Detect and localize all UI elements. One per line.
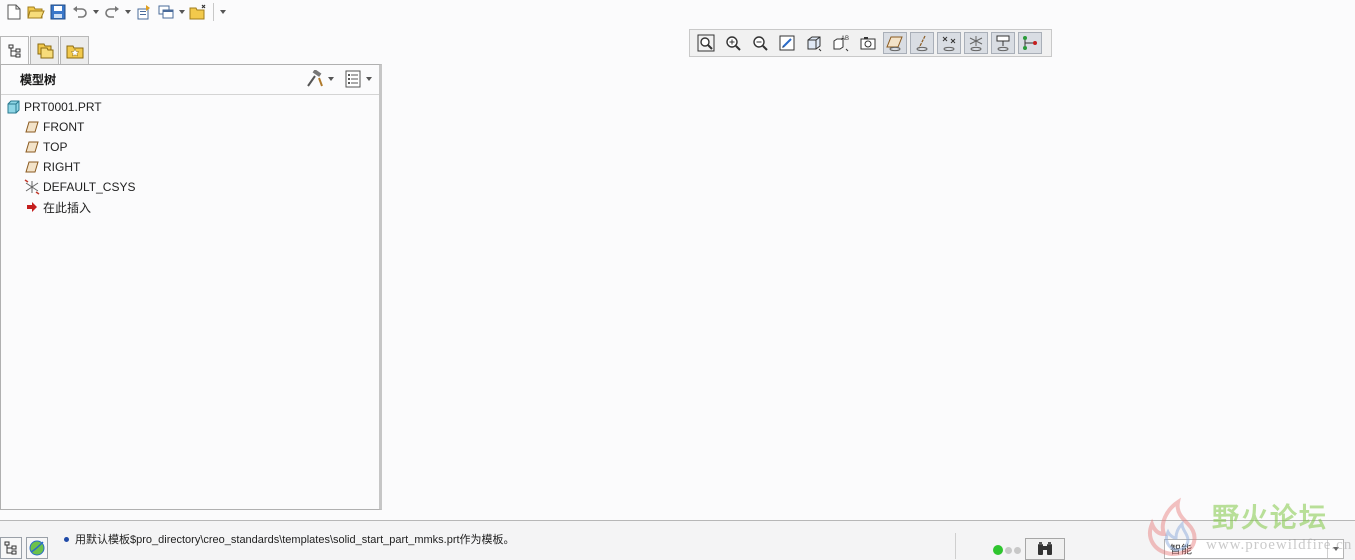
tree-item-insert-here[interactable]: 在此插入: [1, 197, 379, 217]
point-display-icon[interactable]: [937, 32, 961, 54]
coordinate-system-icon: [24, 179, 40, 195]
tree-item-default-csys[interactable]: DEFAULT_CSYS: [1, 177, 379, 197]
zoom-in-icon[interactable]: [721, 32, 745, 54]
tree-item-label: DEFAULT_CSYS: [43, 180, 136, 194]
redo-icon[interactable]: [102, 2, 122, 22]
tree-item-label: FRONT: [43, 120, 85, 134]
model-tree-header: 模型树: [1, 65, 379, 95]
show-dropdown[interactable]: [365, 69, 373, 89]
status-light: [1014, 546, 1021, 554]
undo-icon[interactable]: [70, 2, 90, 22]
tree-item-right[interactable]: RIGHT: [1, 157, 379, 177]
datum-plane-icon: [24, 139, 40, 155]
settings-dropdown[interactable]: [327, 69, 335, 89]
graphics-toolbar: AB: [689, 29, 1052, 57]
tree-item-front[interactable]: FRONT: [1, 117, 379, 137]
spin-center-icon[interactable]: [1018, 32, 1042, 54]
regeneration-status-lights: [993, 545, 1021, 555]
view-manager-icon[interactable]: [856, 32, 880, 54]
datum-plane-icon: [24, 159, 40, 175]
tree-item-label: 在此插入: [43, 200, 92, 215]
model-tree: PRT0001.PRT FRONT TOP RIGHT DEFAULT_CSYS: [1, 95, 379, 217]
saved-orientations-icon[interactable]: AB: [829, 32, 853, 54]
display-style-icon[interactable]: [802, 32, 826, 54]
insert-here-arrow-icon: [24, 199, 40, 215]
status-light: [1005, 546, 1012, 554]
datum-plane-icon: [24, 119, 40, 135]
selection-filter-value: 智能: [1170, 544, 1192, 556]
open-icon[interactable]: [26, 2, 46, 22]
status-bar-toggles: [0, 537, 48, 559]
toggle-navigator-icon[interactable]: [0, 537, 22, 559]
new-icon[interactable]: [4, 2, 24, 22]
status-message-text: 用默认模板$pro_directory\creo_standards\templ…: [75, 534, 515, 546]
selection-filter-dropdown[interactable]: 智能: [1164, 539, 1344, 559]
model-tree-header-tools: [305, 69, 373, 89]
favorites-tab[interactable]: [60, 36, 89, 64]
model-tree-tab[interactable]: [0, 36, 29, 65]
windows-dropdown[interactable]: [178, 2, 186, 22]
status-light-green: [993, 545, 1003, 555]
svg-text:AB: AB: [841, 36, 849, 42]
part-icon: [5, 99, 21, 115]
regenerate-icon[interactable]: [134, 2, 154, 22]
tree-item-part[interactable]: PRT0001.PRT: [1, 97, 379, 117]
toolbar-separator: [213, 3, 214, 21]
axis-display-icon[interactable]: [910, 32, 934, 54]
repaint-icon[interactable]: [775, 32, 799, 54]
status-message: 用默认模板$pro_directory\creo_standards\templ…: [64, 531, 515, 547]
toggle-browser-icon[interactable]: [26, 537, 48, 559]
plane-display-icon[interactable]: [883, 32, 907, 54]
show-list-icon[interactable]: [343, 69, 363, 89]
tree-item-label: PRT0001.PRT: [24, 100, 102, 114]
close-window-icon[interactable]: [188, 2, 208, 22]
customize-icon[interactable]: [219, 2, 227, 22]
find-button[interactable]: [1025, 538, 1065, 560]
csys-display-icon[interactable]: [964, 32, 988, 54]
undo-dropdown[interactable]: [92, 2, 100, 22]
model-tree-panel: 模型树 PRT0001.PRT FRONT TOP RIGHT DEFAULT_…: [0, 64, 382, 510]
navigator-tabs: [0, 36, 90, 65]
settings-tools-icon[interactable]: [305, 69, 325, 89]
redo-dropdown[interactable]: [124, 2, 132, 22]
chevron-down-icon: [1327, 540, 1343, 558]
binoculars-icon: [1038, 542, 1052, 555]
annotation-display-icon[interactable]: [991, 32, 1015, 54]
model-tree-title: 模型树: [20, 73, 57, 87]
status-separator: [955, 533, 956, 559]
zoom-out-icon[interactable]: [748, 32, 772, 54]
tree-item-label: RIGHT: [43, 160, 81, 174]
tree-item-label: TOP: [43, 140, 68, 154]
message-bullet: [64, 536, 69, 542]
windows-icon[interactable]: [156, 2, 176, 22]
quick-access-toolbar: [0, 0, 270, 24]
folder-browser-tab[interactable]: [30, 36, 59, 64]
tree-item-top[interactable]: TOP: [1, 137, 379, 157]
refit-icon[interactable]: [694, 32, 718, 54]
save-icon[interactable]: [48, 2, 68, 22]
status-bar: 用默认模板$pro_directory\creo_standards\templ…: [0, 520, 1355, 560]
